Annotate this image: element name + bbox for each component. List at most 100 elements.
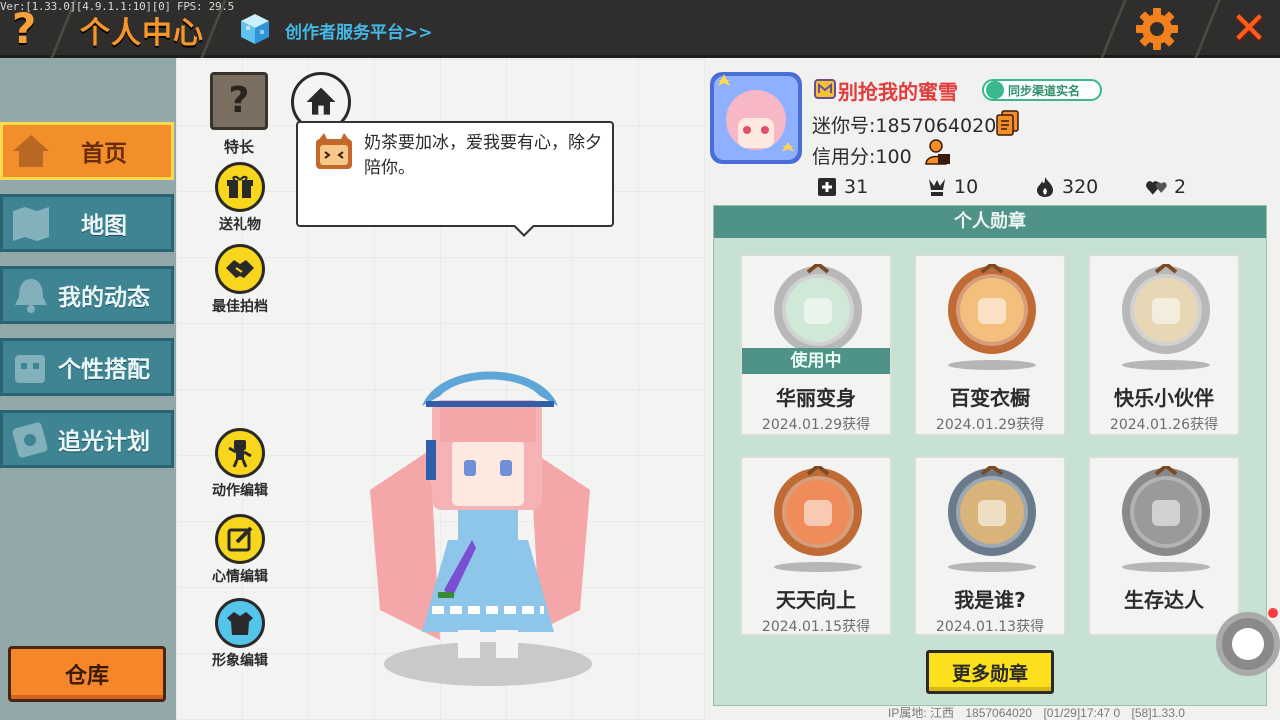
handshake-icon: [226, 260, 254, 278]
medal-card[interactable]: 天天向上 2024.01.15获得: [740, 456, 892, 636]
medal-icon: [1122, 466, 1210, 556]
character-avatar[interactable]: [340, 340, 620, 690]
warehouse-button[interactable]: 仓库: [8, 646, 166, 702]
gift-icon: [227, 175, 253, 198]
medal-shadow: [1122, 360, 1210, 370]
sidebar-item-label: 首页: [81, 141, 127, 167]
map-icon: [13, 207, 49, 241]
medal-date: 2024.01.15获得: [761, 619, 871, 635]
footer-user-id: 1857064020: [965, 706, 1033, 720]
medal-card[interactable]: 快乐小伙伴 2024.01.26获得: [1088, 254, 1240, 436]
outfit-icon: [15, 355, 45, 383]
medal-icon: [774, 466, 862, 556]
best-partner-label: 最佳拍档: [212, 299, 268, 315]
ip-location: IP属地: 江西: [888, 706, 955, 720]
medal-card[interactable]: 生存达人: [1088, 456, 1240, 636]
sidebar: 首页 地图 我的动态 个性搭配 追光计划 仓库: [0, 58, 176, 720]
page-title: 个人中心: [80, 16, 204, 51]
stat-followers: 10: [926, 174, 978, 200]
nickname: 别抢我的蜜雪: [838, 80, 958, 104]
floating-assistant-button[interactable]: [1216, 612, 1280, 676]
footer-build: [58]1.33.0: [1131, 706, 1185, 720]
light-plan-icon: [12, 422, 48, 458]
best-partner-button[interactable]: 最佳拍档: [200, 244, 280, 316]
stat-value: 10: [954, 176, 979, 198]
edit-icon: [227, 526, 253, 552]
bell-icon: [15, 279, 47, 313]
close-icon: ✕: [1230, 3, 1268, 54]
circle-icon: [1232, 628, 1264, 660]
stat-adds: 31: [816, 174, 868, 200]
bubble-tail-inner: [514, 224, 534, 234]
gear-icon[interactable]: [1134, 6, 1180, 52]
costume-edit-button[interactable]: 形象编辑: [200, 598, 280, 670]
credit-person-icon[interactable]: [924, 138, 952, 166]
more-medals-label: 更多勋章: [951, 662, 1028, 685]
warehouse-label: 仓库: [64, 664, 109, 689]
mood-edit-button[interactable]: 心情编辑: [200, 514, 280, 586]
mini-id: 迷你号:1857064020: [812, 115, 997, 137]
costume-icon: [227, 612, 253, 635]
sidebar-item-map[interactable]: 地图: [0, 194, 174, 252]
plus-square-icon: [818, 178, 836, 196]
vip-badge-icon: [814, 79, 836, 99]
cube-icon: [241, 14, 269, 44]
sidebar-item-light-plan[interactable]: 追光计划: [0, 410, 174, 468]
send-gift-button[interactable]: 送礼物: [200, 162, 280, 234]
top-bar: ? Ver:[1.33.0][4.9.1.1:10][0] FPS: 29.5 …: [0, 0, 1280, 58]
medal-card[interactable]: 使用中 华丽变身 2024.01.29获得: [740, 254, 892, 436]
divider: [1100, 0, 1127, 58]
sidebar-item-outfit[interactable]: 个性搭配: [0, 338, 174, 396]
medal-date: 2024.01.26获得: [1109, 417, 1219, 433]
stat-popularity: 320: [1034, 174, 1098, 200]
medal-name: 我是谁?: [954, 588, 1026, 612]
medal-icon: [948, 264, 1036, 354]
hearts-icon: [1146, 181, 1167, 195]
footer-time: [01/29]17:47 0: [1043, 706, 1121, 720]
skill-slot[interactable]: ?: [210, 72, 268, 130]
send-gift-label: 送礼物: [219, 217, 261, 233]
medal-icon: [1122, 264, 1210, 354]
medal-card[interactable]: 百变衣橱 2024.01.29获得: [914, 254, 1066, 436]
pose-edit-button[interactable]: 动作编辑: [200, 428, 280, 500]
copy-icon[interactable]: [996, 110, 1020, 136]
sidebar-item-label: 地图: [81, 213, 127, 239]
medal-shadow: [1122, 562, 1210, 572]
medal-shadow: [948, 360, 1036, 370]
more-medals-button[interactable]: 更多勋章: [926, 650, 1054, 694]
medal-card[interactable]: 我是谁? 2024.01.13获得: [914, 456, 1066, 636]
creator-platform-link[interactable]: 创作者服务平台>>: [285, 18, 433, 43]
sidebar-item-feed[interactable]: 我的动态: [0, 266, 174, 324]
flame-icon: [1037, 177, 1053, 197]
pose-edit-label: 动作编辑: [212, 483, 268, 499]
medal-name: 百变衣橱: [950, 386, 1030, 410]
medal-shadow: [948, 562, 1036, 572]
medal-icon: [774, 264, 862, 354]
credit-score: 信用分:100: [812, 146, 912, 168]
close-button[interactable]: ✕: [1228, 6, 1270, 52]
signature-text: 奶茶要加冰，爱我要有心，除夕陪你。: [364, 133, 602, 178]
pose-icon: [228, 440, 252, 468]
mood-edit-label: 心情编辑: [212, 569, 268, 585]
medal-shadow: [774, 562, 862, 572]
medal-panel: 个人勋章 使用中 华丽变身 2024.01.29获得 百变衣橱 2024.01.29获得…: [713, 205, 1267, 706]
sidebar-item-home[interactable]: 首页: [0, 122, 174, 180]
notification-dot: [1268, 608, 1278, 618]
medal-name: 天天向上: [776, 588, 856, 612]
realname-badge[interactable]: 同步渠道实名: [982, 79, 1102, 101]
stat-value: 320: [1062, 176, 1099, 198]
profile-avatar[interactable]: [710, 72, 802, 164]
question-icon: ?: [228, 80, 250, 121]
house-icon: [13, 135, 49, 167]
footer-status: IP属地: 江西 1857064020 [01/29]17:47 0 [58]1…: [888, 704, 1193, 720]
medal-in-use-tag: 使用中: [742, 348, 890, 374]
medal-panel-header: 个人勋章: [714, 206, 1266, 238]
skill-label: 特长: [223, 138, 254, 156]
stat-likes: 2: [1146, 174, 1186, 200]
divider: [1194, 0, 1221, 58]
medal-name: 华丽变身: [776, 386, 856, 410]
signature-bubble: 奶茶要加冰，爱我要有心，除夕陪你。: [296, 121, 614, 227]
cat-face-icon: [316, 133, 352, 169]
medal-name: 生存达人: [1124, 588, 1204, 612]
medal-name: 快乐小伙伴: [1114, 386, 1214, 410]
